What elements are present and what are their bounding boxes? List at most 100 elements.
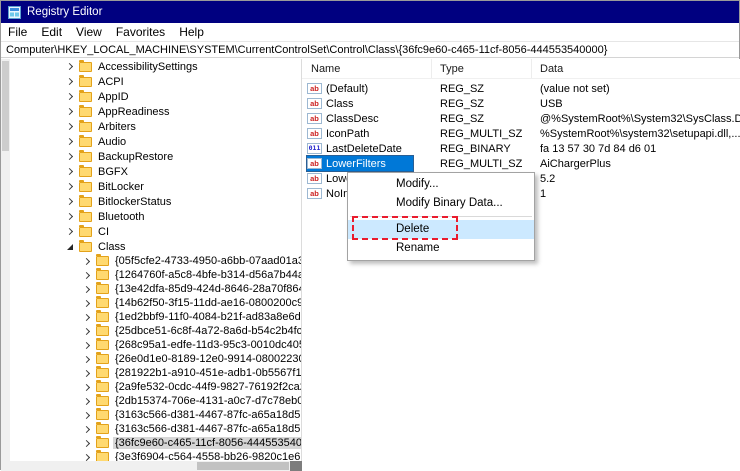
menu-item-delete[interactable]: Delete bbox=[348, 220, 534, 239]
tree-key[interactable]: BGFX bbox=[10, 164, 301, 179]
scrollbar-thumb[interactable] bbox=[197, 462, 289, 470]
registry-value-row[interactable]: ab(Default) REG_SZ (value not set) bbox=[302, 81, 740, 96]
address-text: Computer\HKEY_LOCAL_MACHINE\SYSTEM\Curre… bbox=[6, 44, 607, 56]
chevron-right-icon[interactable] bbox=[67, 139, 79, 144]
tree-key[interactable]: Bluetooth bbox=[10, 209, 301, 224]
chevron-right-icon[interactable] bbox=[67, 229, 79, 234]
chevron-right-icon[interactable] bbox=[84, 343, 96, 348]
tree-key[interactable]: BackupRestore bbox=[10, 149, 301, 164]
tree-key[interactable]: BitlockerStatus bbox=[10, 194, 301, 209]
string-value-icon: ab bbox=[307, 188, 322, 199]
chevron-right-icon[interactable] bbox=[67, 109, 79, 114]
chevron-right-icon[interactable] bbox=[67, 184, 79, 189]
column-header-type[interactable]: Type bbox=[432, 59, 532, 78]
tree-key[interactable]: {14b62f50-3f15-11dd-ae16-0800200c9a bbox=[10, 296, 301, 310]
registry-value-row[interactable]: abClass REG_SZ USB bbox=[302, 96, 740, 111]
tree-key[interactable]: {281922b1-a910-451e-adb1-0b5567f1ed bbox=[10, 366, 301, 380]
registry-tree-pane: AccessibilitySettings ACPI AppID AppRead… bbox=[10, 59, 301, 461]
chevron-right-icon[interactable] bbox=[84, 259, 96, 264]
folder-icon bbox=[79, 122, 92, 132]
tree-key[interactable]: {2a9fe532-0cdc-44f9-9827-76192f2ca2f bbox=[10, 380, 301, 394]
column-header-name[interactable]: Name bbox=[302, 59, 432, 78]
tree-key[interactable]: {3e3f6904-c564-4558-bb26-9820c1e6ba5 bbox=[10, 450, 301, 461]
chevron-right-icon[interactable] bbox=[67, 79, 79, 84]
chevron-right-icon[interactable] bbox=[84, 273, 96, 278]
chevron-right-icon[interactable] bbox=[67, 199, 79, 204]
tree-key[interactable]: {1264760f-a5c8-4bfe-b314-d56a7b44a3 bbox=[10, 268, 301, 282]
tree-key[interactable]: {1ed2bbf9-11f0-4084-b21f-ad83a8e6dc bbox=[10, 310, 301, 324]
tree-key-label: {2db15374-706e-4131-a0c7-d7c78eb028 bbox=[113, 395, 301, 407]
tree-key[interactable]: {2db15374-706e-4131-a0c7-d7c78eb028 bbox=[10, 394, 301, 408]
folder-icon bbox=[79, 197, 92, 207]
address-bar[interactable]: Computer\HKEY_LOCAL_MACHINE\SYSTEM\Curre… bbox=[1, 41, 739, 58]
chevron-right-icon[interactable] bbox=[84, 301, 96, 306]
chevron-right-icon[interactable] bbox=[67, 169, 79, 174]
chevron-right-icon[interactable] bbox=[67, 124, 79, 129]
menu-item-modify[interactable]: Modify... bbox=[348, 175, 534, 194]
value-data: AiChargerPlus bbox=[532, 158, 740, 170]
tree-key[interactable]: BitLocker bbox=[10, 179, 301, 194]
menu-favorites[interactable]: Favorites bbox=[109, 23, 172, 41]
chevron-right-icon[interactable] bbox=[84, 371, 96, 376]
folder-icon bbox=[96, 438, 109, 448]
tree-key-label: ACPI bbox=[96, 76, 126, 88]
tree-key[interactable]: {3163c566-d381-4467-87fc-a65a18d5b bbox=[10, 408, 301, 422]
chevron-expanded-icon[interactable] bbox=[67, 244, 79, 250]
menu-item-modify-binary-data[interactable]: Modify Binary Data... bbox=[348, 194, 534, 213]
column-header-data[interactable]: Data bbox=[532, 59, 740, 78]
registry-value-row-selected[interactable]: abLowerFilters REG_MULTI_SZ AiChargerPlu… bbox=[302, 156, 740, 171]
menu-item-rename[interactable]: Rename bbox=[348, 239, 534, 258]
tree-item-selected-key[interactable]: {36fc9e60-c465-11cf-8056-444553540000} bbox=[10, 436, 301, 450]
tree-key[interactable]: {3163c566-d381-4467-87fc-a65a18d5b bbox=[10, 422, 301, 436]
folder-icon bbox=[96, 368, 109, 378]
chevron-right-icon[interactable] bbox=[67, 154, 79, 159]
tree-key[interactable]: Arbiters bbox=[10, 119, 301, 134]
tree-key[interactable]: AppReadiness bbox=[10, 104, 301, 119]
tree-key[interactable]: ACPI bbox=[10, 74, 301, 89]
tree-key[interactable]: Audio bbox=[10, 134, 301, 149]
chevron-right-icon[interactable] bbox=[84, 287, 96, 292]
value-data: @%SystemRoot%\System32\SysClass.Dll,-302… bbox=[532, 113, 740, 125]
chevron-right-icon[interactable] bbox=[84, 357, 96, 362]
context-menu: Modify... Modify Binary Data... Delete R… bbox=[347, 172, 535, 261]
tree-key[interactable]: AppID bbox=[10, 89, 301, 104]
registry-value-row[interactable]: abClassDesc REG_SZ @%SystemRoot%\System3… bbox=[302, 111, 740, 126]
chevron-right-icon[interactable] bbox=[84, 455, 96, 460]
chevron-right-icon[interactable] bbox=[84, 441, 96, 446]
scrollbar-thumb[interactable] bbox=[2, 61, 9, 151]
tree-key[interactable]: {13e42dfa-85d9-424d-8646-28a70f864f9 bbox=[10, 282, 301, 296]
menu-file[interactable]: File bbox=[1, 23, 34, 41]
tree-key[interactable]: AccessibilitySettings bbox=[10, 59, 301, 74]
value-name: ClassDesc bbox=[326, 113, 379, 125]
registry-value-row[interactable]: abIconPath REG_MULTI_SZ %SystemRoot%\sys… bbox=[302, 126, 740, 141]
folder-icon bbox=[96, 382, 109, 392]
registry-value-row[interactable]: 011LastDeleteDate REG_BINARY fa 13 57 30… bbox=[302, 141, 740, 156]
chevron-right-icon[interactable] bbox=[67, 94, 79, 99]
tree-key[interactable]: CI bbox=[10, 224, 301, 239]
chevron-right-icon[interactable] bbox=[67, 214, 79, 219]
tree-vertical-scrollbar[interactable] bbox=[1, 59, 10, 461]
value-data: 5.2 bbox=[532, 173, 740, 185]
menu-help[interactable]: Help bbox=[172, 23, 211, 41]
tree-key[interactable]: {25dbce51-6c8f-4a72-8a6d-b54c2b4fc8 bbox=[10, 324, 301, 338]
chevron-right-icon[interactable] bbox=[84, 427, 96, 432]
tree-key-label: {2a9fe532-0cdc-44f9-9827-76192f2ca2f bbox=[113, 381, 301, 393]
chevron-right-icon[interactable] bbox=[84, 399, 96, 404]
menu-view[interactable]: View bbox=[69, 23, 109, 41]
value-type: REG_MULTI_SZ bbox=[432, 128, 532, 140]
folder-icon bbox=[79, 137, 92, 147]
chevron-right-icon[interactable] bbox=[84, 385, 96, 390]
tree-key[interactable]: {268c95a1-edfe-11d3-95c3-0010dc4050 bbox=[10, 338, 301, 352]
tree-key[interactable]: {26e0d1e0-8189-12e0-9914-0800223019 bbox=[10, 352, 301, 366]
chevron-right-icon[interactable] bbox=[84, 413, 96, 418]
chevron-right-icon[interactable] bbox=[67, 64, 79, 69]
folder-icon bbox=[96, 326, 109, 336]
tree-item-class[interactable]: Class bbox=[10, 239, 301, 254]
folder-icon bbox=[79, 77, 92, 87]
chevron-right-icon[interactable] bbox=[84, 329, 96, 334]
string-value-icon: ab bbox=[307, 128, 322, 139]
chevron-right-icon[interactable] bbox=[84, 315, 96, 320]
tree-key[interactable]: {05f5cfe2-4733-4950-a6bb-07aad01a3a8 bbox=[10, 254, 301, 268]
value-type: REG_SZ bbox=[432, 113, 532, 125]
menu-edit[interactable]: Edit bbox=[34, 23, 69, 41]
